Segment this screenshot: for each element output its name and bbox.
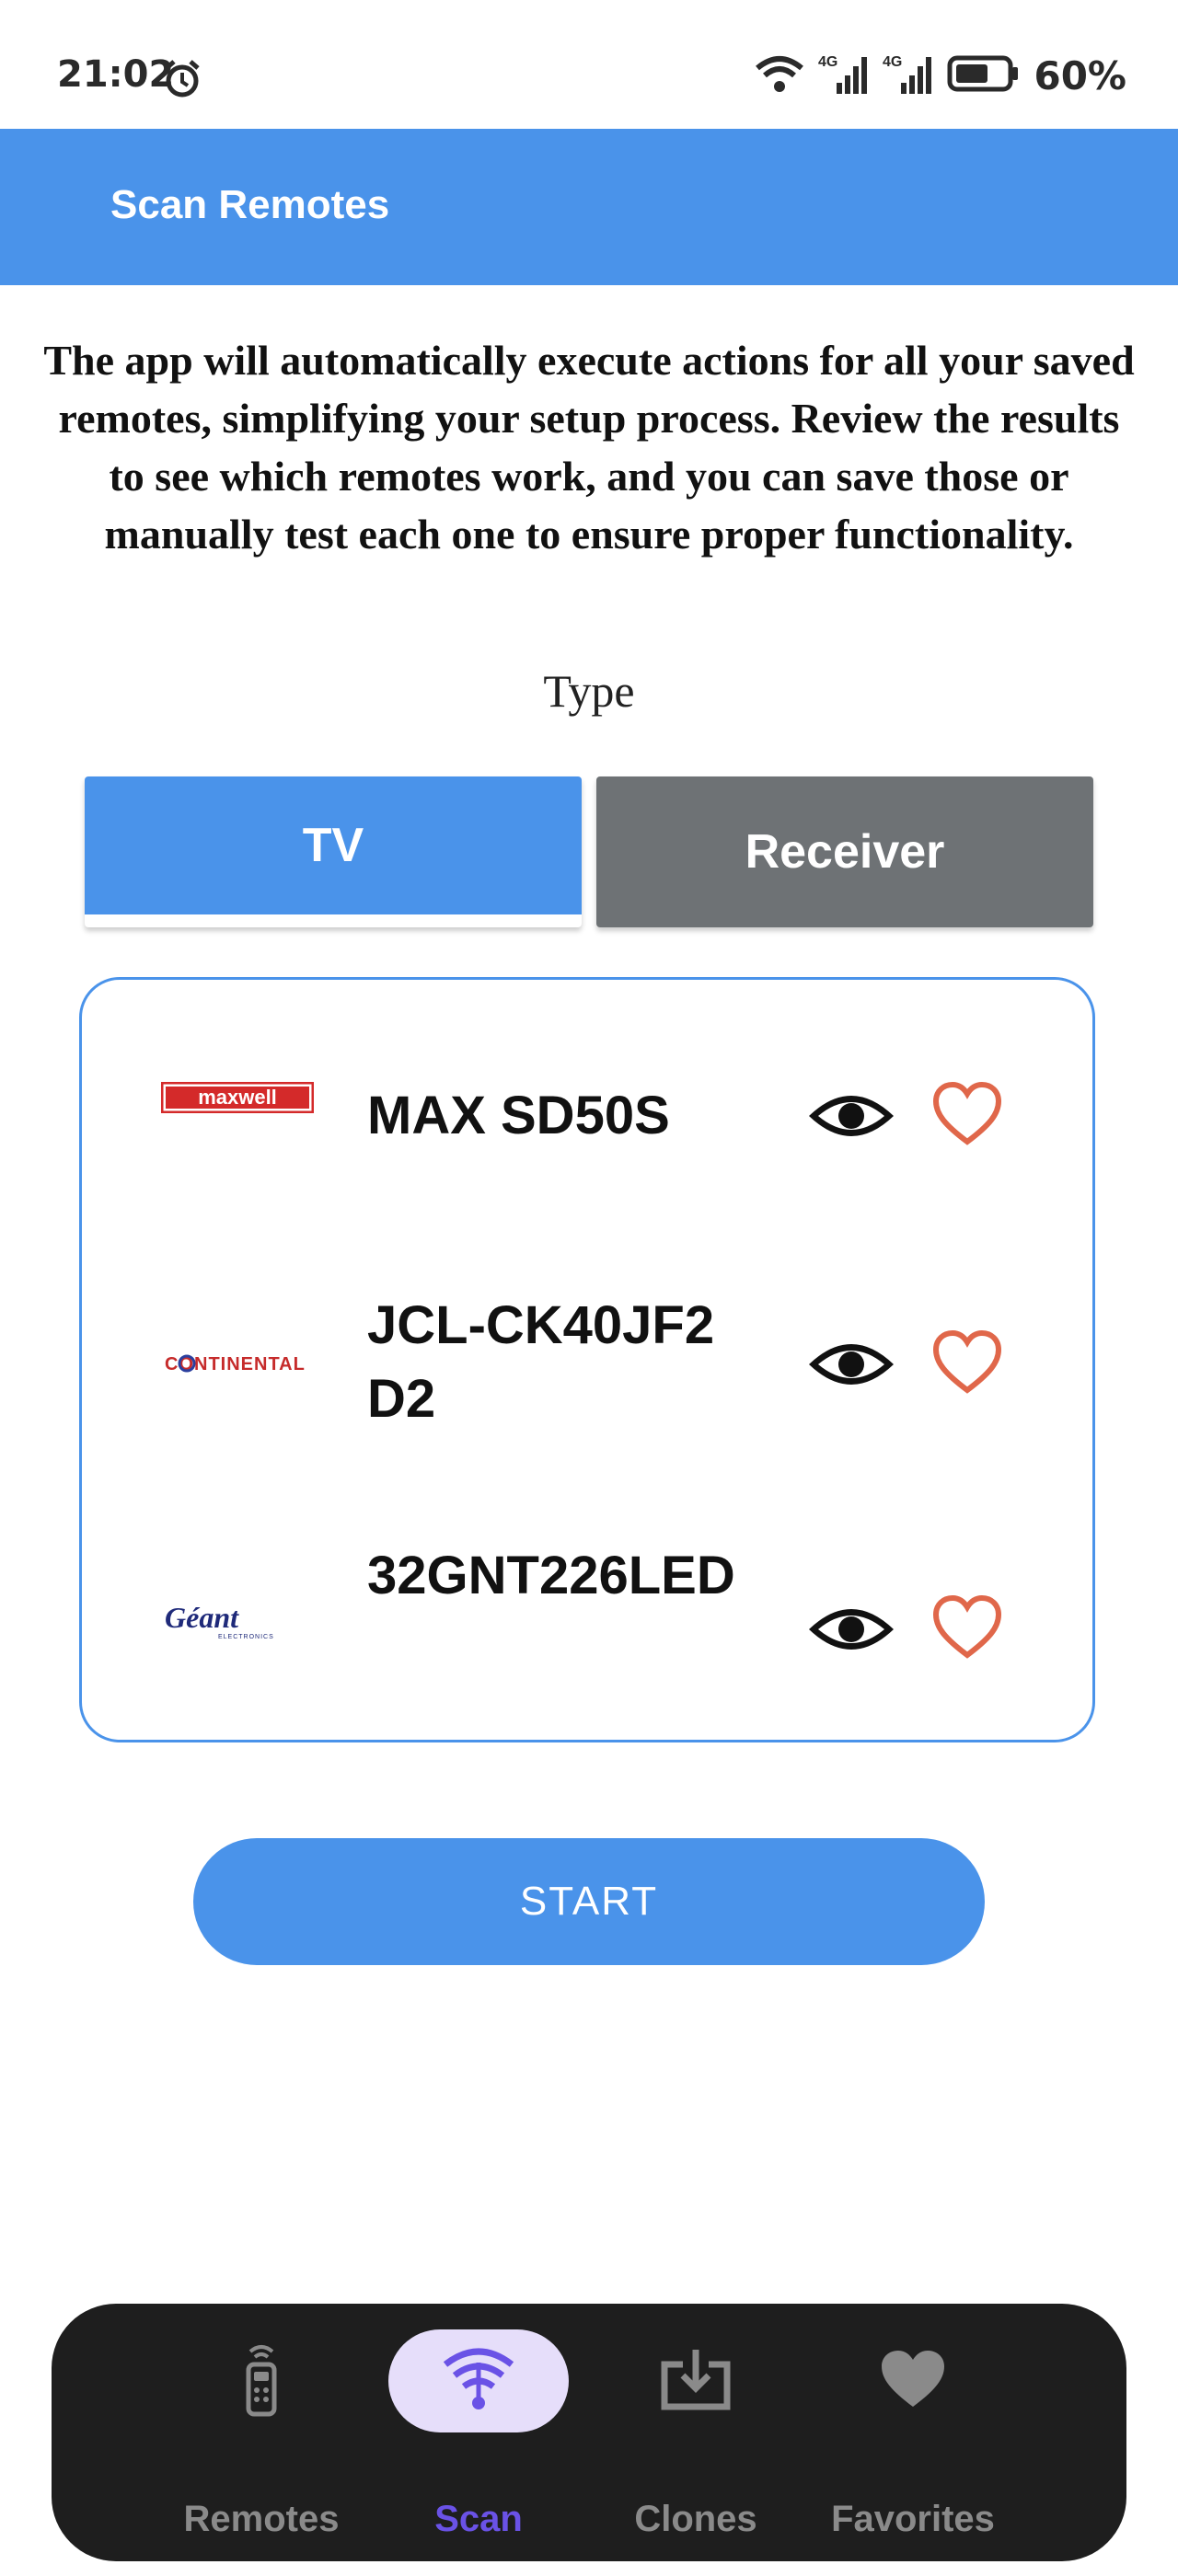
- network-label-2: 4G: [883, 54, 902, 70]
- nav-item-remotes[interactable]: Remotes: [151, 2304, 372, 2561]
- remote-row: maxwell MAX SD50S: [82, 1024, 1094, 1208]
- remote-model-name: JCL-CK40JF2D2: [367, 1295, 715, 1429]
- favorite-heart-icon[interactable]: [932, 1081, 1002, 1147]
- remote-list: maxwell MAX SD50S CONTINENTAL JCL-CK40JF…: [79, 977, 1095, 1742]
- nav-label-clones: Clones: [634, 2499, 757, 2539]
- nav-label-remotes: Remotes: [183, 2499, 340, 2539]
- brand-logo-maxwell: maxwell: [161, 1070, 318, 1125]
- status-bar: 21:02 4G 4G 60%: [0, 0, 1178, 129]
- status-icons: 4G 4G 60%: [754, 52, 1126, 99]
- nav-item-favorites[interactable]: Favorites: [803, 2304, 1023, 2561]
- nav-item-clones[interactable]: Clones: [585, 2304, 806, 2561]
- brand-logo-continental: CONTINENTAL: [161, 1337, 318, 1392]
- signal-icon-2: 4G: [883, 52, 934, 99]
- remote-row: CONTINENTAL JCL-CK40JF2D2: [82, 1272, 1094, 1456]
- remote-model-name: MAX SD50S: [367, 1086, 670, 1145]
- favorite-heart-icon[interactable]: [932, 1594, 1002, 1661]
- wifi-icon: [754, 53, 805, 98]
- nav-icon-container: [388, 2329, 569, 2432]
- bottom-nav: Remotes Scan Clones Favorites: [52, 2304, 1126, 2561]
- tab-receiver[interactable]: Receiver: [596, 776, 1093, 927]
- brand-name: Géant: [165, 1602, 239, 1634]
- alarm-icon: [162, 59, 202, 103]
- network-label-1: 4G: [818, 54, 837, 70]
- tab-tv[interactable]: TV: [85, 776, 582, 927]
- nav-icon-container: [606, 2329, 786, 2432]
- view-remote-icon[interactable]: [805, 1337, 897, 1392]
- remote-row: Géant ELECTRONICS 32GNT226LED: [82, 1537, 1094, 1721]
- remote-icon: [234, 2340, 289, 2421]
- nav-icon-container: [823, 2329, 1003, 2432]
- battery-percent: 60%: [1034, 52, 1126, 98]
- app-bar: Scan Remotes: [0, 129, 1178, 285]
- tab-tv-label: TV: [302, 819, 364, 872]
- nav-label-scan: Scan: [434, 2499, 523, 2539]
- start-button[interactable]: START: [193, 1838, 985, 1965]
- brand-name: maxwell: [198, 1086, 277, 1109]
- tab-receiver-label: Receiver: [745, 825, 945, 879]
- nav-label-favorites: Favorites: [831, 2499, 995, 2539]
- nav-item-scan[interactable]: Scan: [368, 2304, 589, 2561]
- heart-filled-icon: [878, 2348, 948, 2414]
- type-label: Type: [543, 665, 635, 717]
- brand-subtitle: ELECTRONICS: [218, 1634, 274, 1640]
- remote-model-name: 32GNT226LED: [367, 1546, 735, 1605]
- favorite-heart-icon[interactable]: [932, 1329, 1002, 1396]
- scan-wifi-icon: [440, 2346, 517, 2416]
- signal-icon-1: 4G: [818, 52, 870, 99]
- nav-icon-container: [171, 2329, 352, 2432]
- battery-icon: [947, 53, 1021, 98]
- scan-description: The app will automatically execute actio…: [43, 337, 1135, 558]
- status-time: 21:02: [57, 53, 175, 96]
- view-remote-icon[interactable]: [805, 1088, 897, 1144]
- download-box-icon: [657, 2346, 734, 2416]
- view-remote-icon[interactable]: [805, 1602, 897, 1657]
- brand-logo-geant: Géant ELECTRONICS: [161, 1594, 318, 1650]
- page-title: Scan Remotes: [110, 182, 390, 227]
